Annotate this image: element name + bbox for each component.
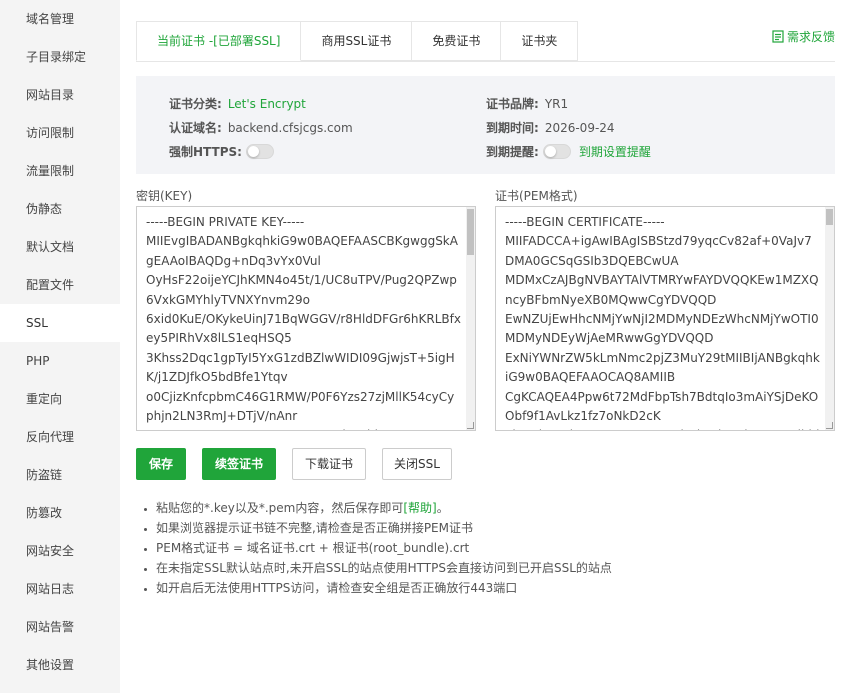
key-label: 密钥(KEY)	[136, 189, 193, 203]
sidebar-item-other-settings[interactable]: 其他设置	[0, 646, 120, 684]
cert-expire-row: 到期时间: 2026-09-24	[486, 119, 615, 136]
expire-remind-label: 到期提醒:	[486, 145, 539, 159]
sidebar-item-hotlink[interactable]: 防盗链	[0, 456, 120, 494]
tip-item: 如开启后无法使用HTTPS访问，请检查安全组是否正确放行443端口	[156, 578, 612, 598]
feedback-icon	[772, 30, 784, 43]
cert-label: 证书(PEM格式)	[495, 189, 578, 203]
save-button[interactable]: 保存	[136, 448, 186, 480]
force-https-row: 强制HTTPS:	[169, 143, 274, 160]
cert-category-value: Let's Encrypt	[227, 96, 306, 111]
cert-domain-value: backend.cfsjcgs.com	[227, 120, 353, 135]
sidebar-item-site-log[interactable]: 网站日志	[0, 570, 120, 608]
tips-list: 粘贴您的*.key以及*.pem内容，然后保存即可[帮助]。 如果浏览器提示证书…	[142, 498, 612, 598]
tip-2-text: 如果浏览器提示证书链不完整,请检查是否正确拼接PEM证书	[156, 521, 473, 535]
cert-brand-label: 证书品牌:	[486, 97, 539, 111]
sidebar-item-ssl[interactable]: SSL	[0, 304, 120, 342]
tip-item: 如果浏览器提示证书链不完整,请检查是否正确拼接PEM证书	[156, 518, 612, 538]
tab-cert-folder[interactable]: 证书夹	[501, 21, 579, 61]
key-scrollbar[interactable]	[466, 207, 475, 430]
download-cert-button[interactable]: 下载证书	[292, 448, 366, 480]
tab-divider	[136, 61, 835, 62]
help-link[interactable]: [帮助]	[403, 501, 436, 515]
close-ssl-button[interactable]: 关闭SSL	[382, 448, 452, 480]
cert-brand-row: 证书品牌: YR1	[486, 95, 568, 112]
cert-domain-label: 认证域名:	[169, 121, 222, 135]
feedback-link[interactable]: 需求反馈	[772, 28, 835, 45]
cert-resize-handle[interactable]	[826, 422, 833, 429]
key-textarea[interactable]: -----BEGIN PRIVATE KEY----- MIIEvgIBADAN…	[136, 206, 476, 431]
cert-scrollbar[interactable]	[825, 207, 834, 430]
tip-item: 在未指定SSL默认站点时,未开启SSL的站点使用HTTPS会直接访问到已开启SS…	[156, 558, 612, 578]
renew-cert-button[interactable]: 续签证书	[202, 448, 276, 480]
key-resize-handle[interactable]	[467, 422, 474, 429]
cert-brand-value: YR1	[544, 96, 569, 111]
sidebar-item-redirect[interactable]: 重定向	[0, 380, 120, 418]
sidebar-item-site-dir[interactable]: 网站目录	[0, 76, 120, 114]
tab-current-cert[interactable]: 当前证书 -[已部署SSL]	[136, 21, 302, 61]
force-https-toggle[interactable]	[245, 144, 274, 159]
sidebar-item-reverse-proxy[interactable]: 反向代理	[0, 418, 120, 456]
sidebar-item-access-limit[interactable]: 访问限制	[0, 114, 120, 152]
tip-1-suffix: 。	[436, 501, 449, 515]
tip-3-text: PEM格式证书 = 域名证书.crt + 根证书(root_bundle).cr…	[156, 541, 470, 555]
tab-bar: 当前证书 -[已部署SSL] 商用SSL证书 免费证书 证书夹	[136, 21, 579, 61]
cert-textarea[interactable]: -----BEGIN CERTIFICATE----- MIIFADCCA+ig…	[495, 206, 835, 431]
tip-4-text: 在未指定SSL默认站点时,未开启SSL的站点使用HTTPS会直接访问到已开启SS…	[156, 561, 612, 575]
sidebar-item-tamper-proof[interactable]: 防篡改	[0, 494, 120, 532]
cert-expire-value: 2026-09-24	[544, 120, 615, 135]
key-content[interactable]: -----BEGIN PRIVATE KEY----- MIIEvgIBADAN…	[137, 207, 475, 430]
tab-free-cert[interactable]: 免费证书	[412, 21, 502, 61]
sidebar-item-traffic-limit[interactable]: 流量限制	[0, 152, 120, 190]
cert-domain-row: 认证域名: backend.cfsjcgs.com	[169, 119, 353, 136]
expire-remind-link[interactable]: 到期设置提醒	[579, 143, 651, 160]
cert-info-panel: 证书分类: Let's Encrypt 认证域名: backend.cfsjcg…	[136, 76, 835, 174]
sidebar-item-site-security[interactable]: 网站安全	[0, 532, 120, 570]
cert-expire-label: 到期时间:	[486, 121, 539, 135]
expire-remind-toggle[interactable]	[542, 144, 571, 159]
sidebar-item-default-doc[interactable]: 默认文档	[0, 228, 120, 266]
tab-commercial-ssl[interactable]: 商用SSL证书	[301, 21, 413, 61]
sidebar-item-config-file[interactable]: 配置文件	[0, 266, 120, 304]
tip-item: 粘贴您的*.key以及*.pem内容，然后保存即可[帮助]。	[156, 498, 612, 518]
sidebar-item-domain[interactable]: 域名管理	[0, 0, 120, 38]
cert-category-label: 证书分类:	[169, 97, 222, 111]
tip-5-text: 如开启后无法使用HTTPS访问，请检查安全组是否正确放行443端口	[156, 581, 518, 595]
cert-category-row: 证书分类: Let's Encrypt	[169, 95, 306, 112]
sidebar-item-rewrite[interactable]: 伪静态	[0, 190, 120, 228]
sidebar-item-site-alert[interactable]: 网站告警	[0, 608, 120, 646]
sidebar-item-php[interactable]: PHP	[0, 342, 120, 380]
feedback-label: 需求反馈	[786, 30, 835, 44]
expire-remind-row: 到期提醒: 到期设置提醒	[486, 143, 651, 160]
tip-item: PEM格式证书 = 域名证书.crt + 根证书(root_bundle).cr…	[156, 538, 612, 558]
cert-content[interactable]: -----BEGIN CERTIFICATE----- MIIFADCCA+ig…	[496, 207, 834, 430]
tip-1-text: 粘贴您的*.key以及*.pem内容，然后保存即可	[156, 501, 404, 515]
force-https-label: 强制HTTPS:	[169, 145, 242, 159]
sidebar: 域名管理 子目录绑定 网站目录 访问限制 流量限制 伪静态 默认文档 配置文件 …	[0, 0, 120, 693]
sidebar-item-subdir[interactable]: 子目录绑定	[0, 38, 120, 76]
